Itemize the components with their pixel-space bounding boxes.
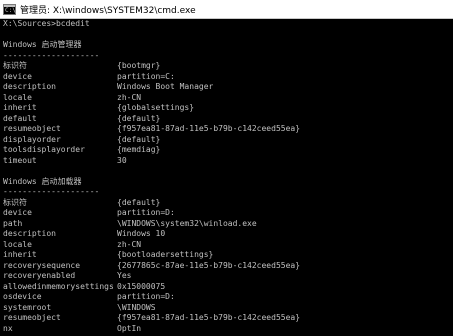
entry-row: inherit {bootloadersettings} — [0, 250, 453, 261]
command-prompt-icon-label: C:\ — [5, 6, 16, 14]
entry-value: partition=D: — [117, 292, 175, 301]
command-prompt-icon: C:\ — [3, 3, 16, 15]
title-bar[interactable]: C:\ 管理员: X:\windows\SYSTEM32\cmd.exe — [0, 0, 453, 19]
entry-row: toolsdisplayorder {memdiag} — [0, 145, 453, 156]
entry-value: {default} — [117, 134, 161, 144]
entry-key: recoveryenabled — [3, 271, 76, 280]
entry-value: {default} — [117, 197, 161, 207]
entry-row: description Windows 10 — [0, 229, 453, 240]
window-title: 管理员: X:\windows\SYSTEM32\cmd.exe — [20, 5, 196, 16]
entry-row: nx OptIn — [0, 324, 453, 335]
command-prompt-line: X:\Sources>bcdedit — [3, 19, 90, 28]
entry-key: inherit — [3, 250, 37, 259]
entry-row: resumeobject {f957ea81-87ad-11e5-b79b-c14… — [0, 313, 453, 324]
entry-key: recoverysequence — [3, 260, 81, 270]
entry-key: 标识符 — [3, 61, 27, 70]
entry-row: locale zh-CN — [0, 93, 453, 104]
entry-key: resumeobject — [3, 313, 61, 322]
entry-key: description — [3, 82, 56, 91]
entry-value: Yes — [117, 271, 132, 280]
entry-row: timeout 30 — [0, 156, 453, 167]
section-separator: -------------------- — [3, 187, 100, 196]
entry-key: default — [3, 113, 37, 123]
entry-key: path — [3, 218, 23, 228]
entry-row: recoverysequence {2677865c-87ae-11e5-b79b… — [0, 261, 453, 272]
entry-value: {bootloadersettings} — [117, 250, 214, 259]
entry-value: Windows Boot Manager — [117, 82, 214, 91]
entry-key: osdevice — [3, 292, 42, 301]
entry-row: 标识符 {bootmgr} — [0, 61, 453, 72]
entry-value: \WINDOWS — [117, 302, 156, 312]
entry-value: {globalsettings} — [117, 103, 195, 112]
entry-key: device — [3, 71, 32, 81]
entry-value: \WINDOWS\system32\winload.exe — [117, 218, 257, 228]
entry-row: allowedinmemorysettings 0x15000075 — [0, 282, 453, 293]
entry-value: {memdiag} — [117, 145, 161, 154]
entry-row: displayorder {default} — [0, 135, 453, 146]
entry-value: {f957ea81-87ad-11e5-b79b-c142ceed55ea} — [117, 124, 301, 133]
entry-key: allowedinmemorysettings — [3, 281, 114, 291]
entry-row: resumeobject {f957ea81-87ad-11e5-b79b-c14… — [0, 124, 453, 135]
entry-row: 标识符 {default} — [0, 198, 453, 209]
entry-value: {bootmgr} — [117, 61, 161, 70]
entry-key: device — [3, 208, 32, 217]
entry-key: locale — [3, 92, 32, 102]
entry-value: {2677865c-87ae-11e5-b79b-c142ceed55ea} — [117, 260, 301, 270]
section-heading-boot-manager: Windows 启动管理器 — [3, 40, 82, 49]
entry-key: locale — [3, 239, 32, 249]
entry-key: timeout — [3, 155, 37, 165]
entry-value: partition=C: — [117, 71, 175, 81]
entry-value: 30 — [117, 155, 127, 165]
entry-key: displayorder — [3, 134, 61, 144]
entry-value: 0x15000075 — [117, 281, 166, 291]
console-output[interactable]: X:\Sources>bcdedit Windows 启动管理器 -------… — [0, 19, 453, 336]
entry-value: zh-CN — [117, 92, 142, 102]
entry-row: locale zh-CN — [0, 240, 453, 251]
entry-key: resumeobject — [3, 124, 61, 133]
entry-key: inherit — [3, 103, 37, 112]
entry-row: osdevice partition=D: — [0, 292, 453, 303]
entry-row: path \WINDOWS\system32\winload.exe — [0, 219, 453, 230]
section-heading-boot-loader: Windows 启动加载器 — [3, 176, 82, 186]
entry-value: {default} — [117, 113, 161, 123]
entry-key: description — [3, 229, 56, 238]
entry-key: toolsdisplayorder — [3, 145, 85, 154]
entry-value: {f957ea81-87ad-11e5-b79b-c142ceed55ea} — [117, 313, 301, 322]
entry-row: device partition=D: — [0, 208, 453, 219]
section-separator: -------------------- — [3, 50, 100, 60]
cmd-window: C:\ 管理员: X:\windows\SYSTEM32\cmd.exe X:\… — [0, 0, 453, 336]
entry-value: partition=D: — [117, 208, 175, 217]
entry-row: device partition=C: — [0, 72, 453, 83]
entry-value: Windows 10 — [117, 229, 166, 238]
entry-row: systemroot \WINDOWS — [0, 303, 453, 314]
entry-row: recoveryenabled Yes — [0, 271, 453, 282]
entry-key: nx — [3, 323, 13, 333]
entry-row: default {default} — [0, 114, 453, 125]
entry-row: description Windows Boot Manager — [0, 82, 453, 93]
entry-value: zh-CN — [117, 239, 142, 249]
entry-key: systemroot — [3, 302, 52, 312]
entry-row: inherit {globalsettings} — [0, 103, 453, 114]
entry-value: OptIn — [117, 323, 142, 333]
entry-key: 标识符 — [3, 197, 27, 207]
